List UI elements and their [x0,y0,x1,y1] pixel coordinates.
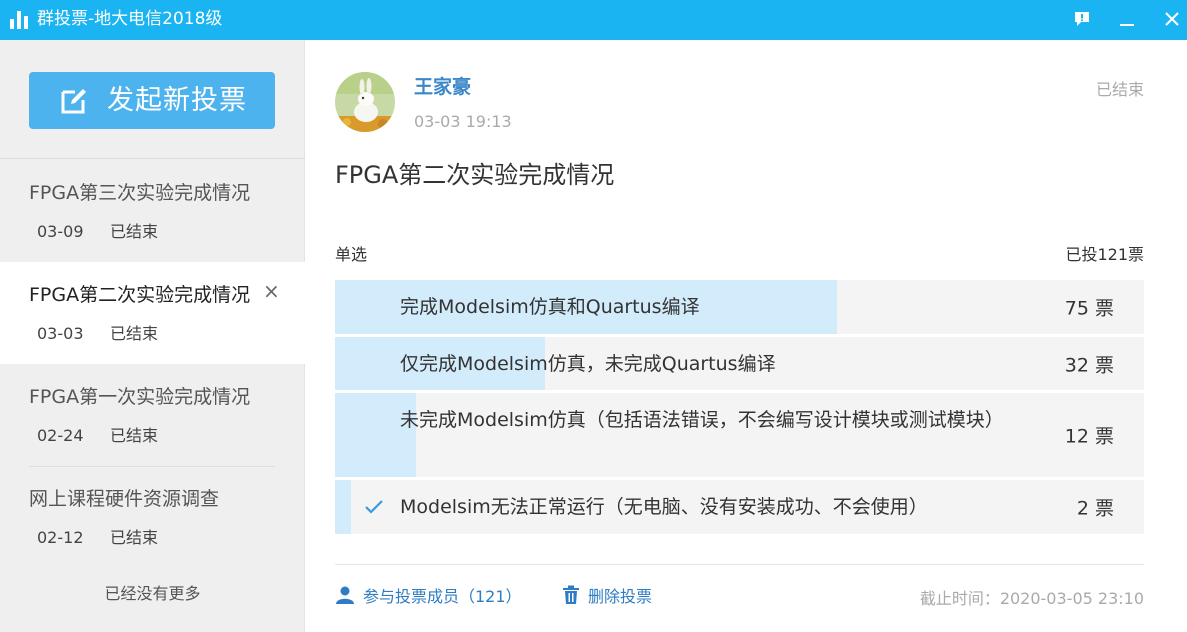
new-vote-button[interactable]: 发起新投票 [29,72,275,129]
vote-item-date: 03-09 [37,222,84,241]
vote-item-status: 已结束 [110,426,159,445]
vote-option[interactable]: 仅完成Modelsim仿真，未完成Quartus编译 32 票 [335,337,1144,390]
vote-item-title: FPGA第三次实验完成情况 [29,182,251,204]
vote-option[interactable]: 完成Modelsim仿真和Quartus编译 75 票 [335,280,1144,334]
vote-list-item[interactable]: FPGA第三次实验完成情况 03-09 已结束 [0,160,305,262]
vote-item-status: 已结束 [110,324,159,343]
vote-option-selected[interactable]: Modelsim无法正常运行（无电脑、没有安装成功、不会使用） 2 票 [335,480,1144,534]
vote-options: 完成Modelsim仿真和Quartus编译 75 票 仅完成Modelsim仿… [335,280,1144,537]
vote-list-item-active[interactable]: FPGA第二次实验完成情况 × 03-03 已结束 [0,262,305,364]
close-button[interactable] [1157,4,1187,34]
vote-list-item[interactable]: 网上课程硬件资源调查 02-12 已结束 [0,466,305,568]
vote-item-date: 03-03 [37,324,84,343]
option-count: 12 票 [1064,425,1114,448]
vote-item-date: 02-24 [37,426,84,445]
new-vote-label: 发起新投票 [107,85,247,116]
option-count: 2 票 [1076,497,1114,520]
vote-list-item[interactable]: FPGA第一次实验完成情况 02-24 已结束 [0,364,305,466]
feedback-button[interactable] [1067,4,1097,34]
bar-chart-icon [10,9,30,29]
members-link-label: 参与投票成员（121） [363,587,522,606]
edit-icon [61,89,86,114]
members-link[interactable]: 参与投票成员（121） [335,583,522,607]
trash-icon [563,585,579,604]
delete-vote-label: 删除投票 [588,587,653,606]
option-count: 32 票 [1064,354,1114,376]
vote-item-date: 02-12 [37,528,84,547]
vote-title: FPGA第二次实验完成情况 [335,161,615,189]
avatar[interactable] [335,72,395,132]
option-label: 仅完成Modelsim仿真，未完成Quartus编译 [400,353,776,375]
minimize-button[interactable] [1112,4,1142,34]
vote-total: 已投121票 [1065,245,1144,264]
option-count: 75 票 [1064,297,1114,320]
window-title: 群投票-地大电信2018级 [37,9,223,29]
vote-type: 单选 [335,245,368,264]
vote-item-status: 已结束 [110,222,159,241]
title-bar: 群投票-地大电信2018级 [0,0,1187,40]
vote-item-title: FPGA第一次实验完成情况 [29,386,251,408]
sidebar: 发起新投票 FPGA第三次实验完成情况 03-09 已结束 FPGA第二次实验完… [0,40,305,632]
vote-option[interactable]: 未完成Modelsim仿真（包括语法错误，不会编写设计模块或测试模块） 12 票 [335,393,1144,477]
user-icon [336,586,354,604]
vote-status: 已结束 [1095,80,1144,99]
author-name[interactable]: 王家豪 [414,75,471,99]
vote-detail: 王家豪 03-03 19:13 已结束 FPGA第二次实验完成情况 单选 已投1… [306,40,1187,632]
option-label: Modelsim无法正常运行（无电脑、没有安装成功、不会使用） [400,496,928,518]
remove-icon[interactable]: × [263,279,280,303]
close-icon [1165,12,1179,26]
vote-item-title: FPGA第二次实验完成情况 [29,284,251,306]
sidebar-divider [0,158,305,159]
vote-item-title: 网上课程硬件资源调查 [29,488,220,510]
post-time: 03-03 19:13 [414,112,512,131]
footer-divider [335,564,1144,565]
minimize-icon [1120,24,1134,26]
feedback-icon [1075,12,1089,26]
deadline-text: 截止时间：2020-03-05 23:10 [919,589,1144,608]
vote-item-status: 已结束 [110,528,159,547]
delete-vote-link[interactable]: 删除投票 [562,583,652,607]
rabbit-avatar-image [335,72,395,132]
no-more-text: 已经没有更多 [104,584,201,603]
option-label: 未完成Modelsim仿真（包括语法错误，不会编写设计模块或测试模块） [400,409,1004,431]
option-label: 完成Modelsim仿真和Quartus编译 [400,296,700,318]
